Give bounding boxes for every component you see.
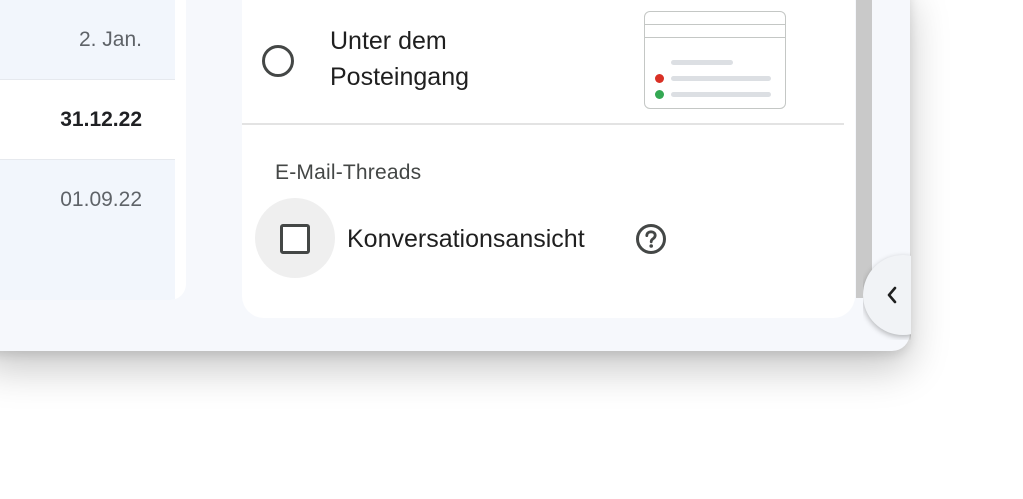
chevron-left-icon <box>887 286 897 304</box>
inbox-position-radio[interactable] <box>262 45 294 77</box>
email-list: 2. Jan. 31.12.22 01.09.22 <box>0 0 186 300</box>
conversation-view-label[interactable]: Konversationsansicht <box>347 220 585 258</box>
inbox-position-label: Unter dem Posteingang <box>330 27 470 91</box>
email-date: 31.12.22 <box>60 108 142 131</box>
side-panel-toggle-button[interactable] <box>863 255 911 335</box>
quick-settings-panel: Unter dem Posteingang E-Mail-Threads Kon… <box>242 0 855 318</box>
email-list-filler <box>0 240 175 300</box>
question-circle-icon[interactable] <box>635 223 667 255</box>
email-date: 2. Jan. <box>78 28 142 51</box>
section-divider <box>242 123 844 125</box>
email-row[interactable]: 31.12.22 <box>0 80 175 160</box>
inbox-position-option[interactable]: Unter dem Posteingang <box>242 0 844 123</box>
green-dot-icon <box>655 90 664 99</box>
email-date: 01.09.22 <box>60 188 142 211</box>
email-row[interactable]: 2. Jan. <box>0 0 175 80</box>
conversation-view-checkbox[interactable] <box>280 224 310 254</box>
side-panel-toggle-wrap <box>863 250 911 340</box>
email-row[interactable]: 01.09.22 <box>0 160 175 240</box>
gmail-window: 2. Jan. 31.12.22 01.09.22 Unter dem Post… <box>0 0 910 351</box>
threads-section-title: E-Mail-Threads <box>275 161 422 184</box>
inbox-position-preview <box>644 11 786 109</box>
red-dot-icon <box>655 74 664 83</box>
